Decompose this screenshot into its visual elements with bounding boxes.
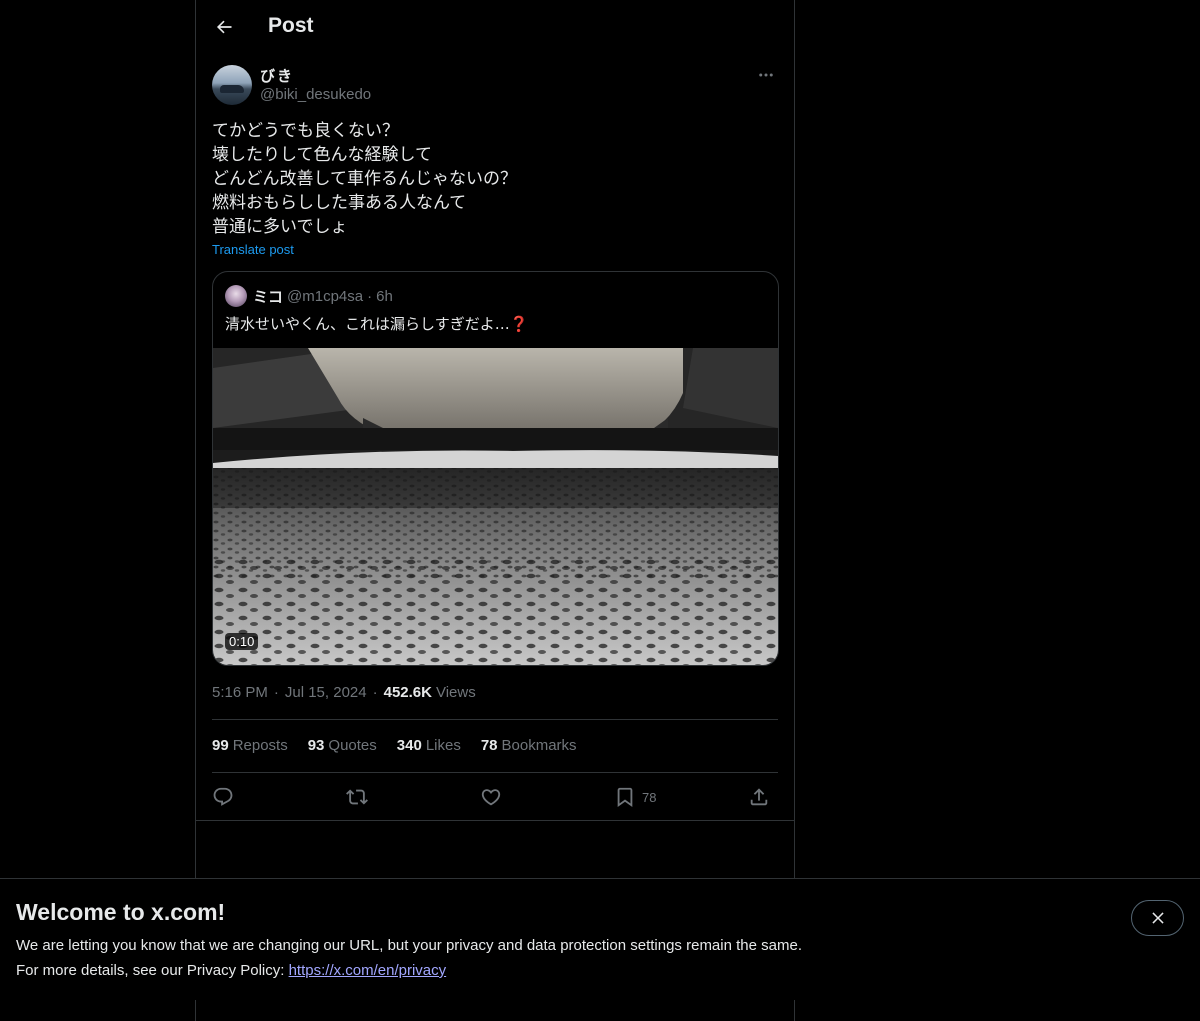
more-horizontal-icon [759, 73, 773, 77]
back-button[interactable] [208, 11, 240, 43]
bookmark-icon [617, 787, 633, 808]
stat-count: 78 [480, 737, 498, 754]
banner-title: Welcome to x.com! [16, 899, 226, 925]
author-handle[interactable]: @biki_desukedo [260, 86, 371, 103]
primary-column: Post びき @biki_desukedo てかどうでも良くない？ 壊したりし… [195, 0, 795, 1021]
post-text-line: 普通に多いでしょ [212, 217, 348, 237]
banner-details-text: For more details, see our Privacy Policy… [16, 962, 289, 979]
stat-count: 340 [396, 737, 422, 754]
bookmark-count: 78 [642, 789, 657, 805]
video-thumbnail [213, 348, 778, 665]
separator-dot: · [372, 684, 378, 701]
quoted-post[interactable]: ミコ @m1cp4sa · 6h 清水せいやくん、これは漏らしすぎだよ…❓ 0:… [212, 271, 779, 666]
avatar[interactable] [212, 65, 252, 105]
repost-button[interactable] [346, 783, 368, 811]
stat-label: Reposts [232, 737, 288, 754]
post-stats: 99 Reposts 93 Quotes 340 Likes 78 Bookmarks [212, 737, 597, 754]
stat-likes[interactable]: 340 Likes [397, 737, 461, 754]
banner-details: For more details, see our Privacy Policy… [16, 962, 446, 979]
stat-bookmarks[interactable]: 78 Bookmarks [481, 737, 577, 754]
quoted-post-time[interactable]: 6h [376, 288, 393, 305]
action-bar: 78 [212, 783, 778, 811]
stat-label: Quotes [328, 737, 377, 754]
share-icon [750, 788, 768, 806]
stat-label: Likes [425, 737, 461, 754]
close-icon [1151, 912, 1164, 924]
stat-quotes[interactable]: 93 Quotes [308, 737, 377, 754]
reply-button[interactable] [212, 783, 234, 811]
url-change-banner: Welcome to x.com! We are letting you kno… [0, 878, 1200, 1000]
quoted-video[interactable]: 0:10 [213, 348, 778, 665]
separator-dot: · [273, 684, 279, 701]
quoted-avatar[interactable] [225, 285, 247, 307]
stat-label: Bookmarks [501, 737, 577, 754]
views-count: 452.6K [383, 684, 432, 701]
page-title: Post [268, 14, 314, 37]
post-text-line: 燃料おもらしした事ある人なんて [212, 193, 467, 213]
post-text: てかどうでも良くない？ 壊したりして色んな経験して どんどん改善して車作るんじゃ… [212, 119, 780, 239]
views-label: Views [435, 684, 476, 701]
post-text-line: 壊したりして色んな経験して [212, 145, 432, 165]
quoted-post-header: ミコ @m1cp4sa · 6h [225, 285, 397, 307]
stat-reposts[interactable]: 99 Reposts [212, 737, 288, 754]
post-author: びき @biki_desukedo [212, 64, 780, 108]
stat-count: 93 [307, 737, 325, 754]
post-text-line: どんどん改善して車作るんじゃないの？ [212, 169, 517, 189]
bookmark-button[interactable]: 78 [614, 783, 656, 811]
reply-icon [213, 787, 233, 806]
heart-icon [481, 789, 501, 806]
translate-post-link[interactable]: Translate post [212, 242, 294, 257]
post-text-line: てかどうでも良くない？ [212, 121, 399, 141]
stat-count: 99 [212, 737, 229, 754]
post-date[interactable]: Jul 15, 2024 [285, 684, 367, 701]
arrow-left-icon [216, 20, 232, 34]
banner-message: We are letting you know that we are chan… [16, 937, 802, 954]
quoted-author-handle[interactable]: @m1cp4sa [287, 288, 363, 305]
separator-dot: · [367, 287, 373, 305]
page-header: Post [196, 0, 794, 54]
divider [196, 820, 794, 821]
divider [212, 772, 778, 773]
share-button[interactable] [748, 783, 770, 811]
close-banner-button[interactable] [1131, 900, 1184, 936]
quoted-post-text: 清水せいやくん、これは漏らしすぎだよ…❓ [225, 315, 529, 333]
post-metadata: 5:16 PM · Jul 15, 2024 · 452.6K Views [212, 684, 476, 701]
repost-icon [346, 789, 368, 805]
privacy-policy-link[interactable]: https://x.com/en/privacy [289, 962, 447, 979]
post-time[interactable]: 5:16 PM [212, 684, 268, 701]
author-name[interactable]: びき [260, 65, 294, 86]
quoted-author-name[interactable]: ミコ [253, 286, 283, 307]
divider [212, 719, 778, 720]
video-duration-badge: 0:10 [225, 633, 259, 650]
like-button[interactable] [480, 783, 502, 811]
more-options-button[interactable] [752, 64, 780, 86]
